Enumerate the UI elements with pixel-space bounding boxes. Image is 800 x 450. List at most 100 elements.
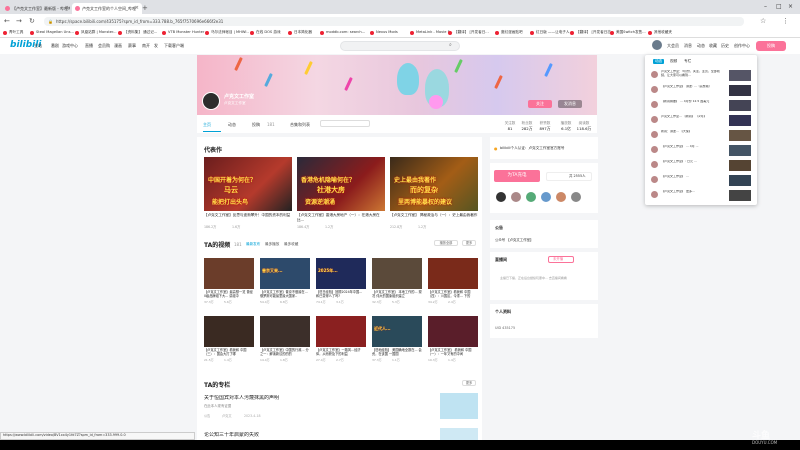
- reload-icon[interactable]: ↻: [29, 17, 35, 25]
- avatar[interactable]: [651, 101, 658, 108]
- more-button[interactable]: 更多: [462, 240, 476, 246]
- browser-tab[interactable]: 【卢克文工作室】最新版 - 哔哩哔哩 ×: [2, 3, 72, 14]
- bookmark-item[interactable]: 【资料集】 通过记...: [118, 30, 158, 36]
- charge-button[interactable]: 为TA充电: [494, 170, 540, 182]
- profile-tab[interactable]: 合集和列表: [290, 122, 310, 128]
- video-title[interactable]: 【卢克文工作室】看我和 中国（三）：国会大打了哪: [204, 348, 254, 357]
- popup-item[interactable]: 卢克文工作室... 【新闻】 【2月】: [651, 115, 751, 128]
- browser-tab-active[interactable]: 卢克文工作室的个人空间_哔哩 ×: [72, 3, 142, 14]
- avatar[interactable]: [651, 176, 658, 183]
- video-title[interactable]: 【卢克文工作室】普京不做最在... 俄罗斯可能最里最大国家..: [260, 290, 310, 299]
- header-nav-item[interactable]: 赛事: [128, 43, 136, 49]
- representative-title[interactable]: 【卢克文工作室】 揭秘政治与（一）：史上最由我著作: [390, 213, 478, 223]
- fan-avatar[interactable]: [541, 192, 551, 202]
- header-nav-item[interactable]: 下载客户端: [164, 43, 184, 49]
- bookmark-item[interactable]: VTB Monster Hunter: [162, 30, 204, 36]
- popup-tab[interactable]: 专栏: [684, 59, 691, 64]
- article-title[interactable]: 关于恒国宾对本人污蔑抹黑的声明: [204, 395, 279, 401]
- window-close-icon[interactable]: ×: [788, 3, 793, 10]
- video-title[interactable]: 【卢克文工作室】 本地工作的... 现况 伟大的国象组织建立: [372, 290, 422, 299]
- avatar[interactable]: [652, 40, 662, 50]
- popup-item-thumbnail[interactable]: [729, 130, 751, 141]
- forward-icon[interactable]: →: [16, 17, 22, 25]
- video-thumbnail[interactable]: [428, 258, 478, 289]
- popup-item-thumbnail[interactable]: [729, 85, 751, 96]
- popup-item[interactable]: 【卢克文工作室】 ...: [651, 175, 751, 188]
- upload-button[interactable]: 投稿: [756, 41, 786, 51]
- stat-value[interactable]: 118.6万: [574, 126, 594, 132]
- user-avatar[interactable]: [202, 92, 220, 110]
- header-right-item[interactable]: 动态: [697, 43, 705, 49]
- video-thumbnail[interactable]: [204, 316, 254, 347]
- bookmark-item[interactable]: MetaLink - Movie F...: [410, 30, 453, 36]
- bookmark-item[interactable]: Nexus Mods: [370, 30, 410, 36]
- popup-item-thumbnail[interactable]: [729, 160, 751, 171]
- bookmark-item[interactable]: Steal Magellan Uns...: [30, 30, 74, 36]
- header-nav-item[interactable]: 漫画: [114, 43, 122, 49]
- header-nav-item[interactable]: 游戏中心: [62, 43, 78, 49]
- representative-thumbnail[interactable]: 史上最由我著作 而的复杂 里两博能暴权的建议: [390, 157, 478, 211]
- avatar[interactable]: [651, 161, 658, 168]
- play-all-button[interactable]: 播放全部: [434, 240, 458, 246]
- video-title[interactable]: 【驻日经验】回顾2024年中国... 和已变得么了吗?: [316, 290, 366, 299]
- bookmark-item[interactable]: 红日版 ——让电子人...: [530, 30, 573, 36]
- popup-item[interactable]: 【卢克文工作室】: 日元 ...: [651, 160, 751, 173]
- header-nav-item[interactable]: 南开: [142, 43, 150, 49]
- video-thumbnail[interactable]: [428, 316, 478, 347]
- video-thumbnail[interactable]: 2025年...: [316, 258, 366, 289]
- back-icon[interactable]: ←: [4, 17, 10, 25]
- video-title[interactable]: 【卢克文工作室】看我和 中国（四）：川国区，今重... 下的: [428, 290, 478, 299]
- fan-avatar[interactable]: [511, 192, 521, 202]
- header-right-item[interactable]: 大会员: [667, 43, 679, 49]
- search-input[interactable]: [340, 41, 460, 51]
- space-search-input[interactable]: [320, 120, 370, 127]
- header-right-item[interactable]: 创作中心: [734, 43, 750, 49]
- avatar[interactable]: [651, 71, 658, 78]
- video-thumbnail[interactable]: 普京又来...: [260, 258, 310, 289]
- header-nav-item[interactable]: 直播: [85, 43, 93, 49]
- avatar[interactable]: [651, 86, 658, 93]
- fan-avatar[interactable]: [571, 192, 581, 202]
- article-title[interactable]: 论公知三十年启蒙的失败: [204, 432, 259, 438]
- avatar[interactable]: [651, 116, 658, 123]
- profile-tab[interactable]: 主页: [203, 122, 211, 128]
- bookmark-item[interactable]: 【翻译】 [开发者日...: [448, 30, 489, 36]
- popup-item-thumbnail[interactable]: [729, 175, 751, 186]
- bookmark-item[interactable]: 乌尔法师帐目 | MHWI..: [205, 30, 249, 36]
- representative-thumbnail[interactable]: 中国开着为何在？ 马云 能把打出头鸟: [204, 157, 292, 211]
- popup-item[interactable]: 【卢克文工作室】 讲述: ...（完整版）: [651, 85, 751, 98]
- fan-avatar[interactable]: [556, 192, 566, 202]
- popup-tab[interactable]: 视频: [670, 59, 677, 64]
- header-nav-item[interactable]: 番剧: [51, 43, 59, 49]
- more-button[interactable]: 更多: [462, 380, 476, 386]
- fan-avatar[interactable]: [526, 192, 536, 202]
- header-right-item[interactable]: 消息: [684, 43, 692, 49]
- video-title[interactable]: 【卢克文工作室】 看我和 中国（一）：一年又有的中间: [428, 348, 478, 357]
- representative-thumbnail[interactable]: 香港危机隐喻何在？ 社港大房 资源逆潮涌: [297, 157, 385, 211]
- header-nav-item[interactable]: 会员购: [98, 43, 110, 49]
- popup-item-thumbnail[interactable]: [729, 190, 751, 201]
- popup-item-thumbnail[interactable]: [729, 145, 751, 156]
- bookmark-item[interactable]: 在线 DOS 游戏: [250, 30, 290, 36]
- bookmark-item[interactable]: 凤凰站群 | Monster...: [75, 30, 117, 36]
- popup-tab[interactable]: 动态: [653, 59, 665, 64]
- video-thumbnail[interactable]: 近代人...: [372, 316, 422, 347]
- close-icon[interactable]: ×: [65, 5, 69, 11]
- stat-value[interactable]: 6.1亿: [556, 126, 576, 132]
- stat-value[interactable]: 282万: [517, 126, 537, 132]
- star-icon[interactable]: ☆: [760, 17, 766, 25]
- bookmark-item[interactable]: 魔幻漫画贴吧: [495, 30, 535, 36]
- video-sort-tab[interactable]: 最多收藏: [284, 242, 298, 247]
- header-nav-item[interactable]: 主站: [34, 43, 42, 49]
- bookmark-item[interactable]: 其他收藏夹: [648, 30, 688, 36]
- stat-value[interactable]: 897万: [535, 126, 555, 132]
- fan-avatar[interactable]: [496, 192, 506, 202]
- popup-item-thumbnail[interactable]: [729, 100, 751, 111]
- popup-item[interactable]: 卢克文工作室：3月份，关注，主页，全部视频，让大家可以看到...: [651, 70, 751, 83]
- video-thumbnail[interactable]: [372, 258, 422, 289]
- search-icon[interactable]: ⌕: [449, 42, 452, 48]
- popup-item[interactable]: 【新闻摘要】 ... 4月份 12.5 国美元: [651, 100, 751, 113]
- popup-item-thumbnail[interactable]: [729, 115, 751, 126]
- bookmark-item[interactable]: 美国Switch发售...: [610, 30, 650, 36]
- avatar[interactable]: [651, 146, 658, 153]
